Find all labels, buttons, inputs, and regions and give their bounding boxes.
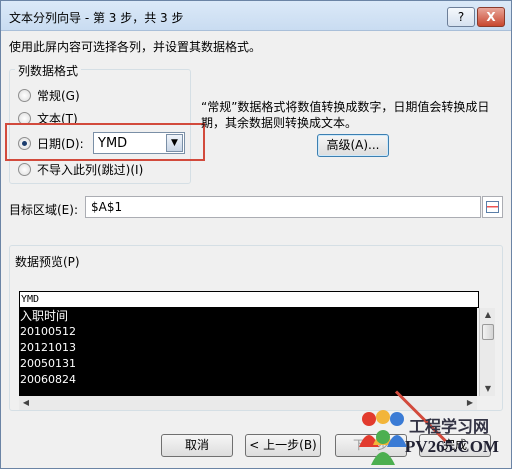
watermark-text: 工程学习网 <box>409 417 490 436</box>
preview-row: 20100512 <box>20 325 76 338</box>
scroll-thumb[interactable] <box>482 324 494 340</box>
title-bar[interactable]: 文本分列向导 - 第 3 步，共 3 步 ? X <box>1 1 511 31</box>
radio-general[interactable]: 常规(G) <box>18 86 80 104</box>
preview-row: 入职时间 <box>20 309 69 323</box>
preview-row: 20050131 <box>20 357 76 370</box>
preview-row: 20121013 <box>20 341 76 354</box>
radio-label: 不导入此列(跳过)(I) <box>37 162 144 177</box>
preview-column-data[interactable]: 入职时间 20100512 20121013 20050131 20060824 <box>19 308 477 396</box>
scroll-right-icon[interactable]: ▶ <box>463 396 477 410</box>
data-preview-title: 数据预览(P) <box>15 255 80 269</box>
window-title: 文本分列向导 - 第 3 步，共 3 步 <box>9 11 184 25</box>
close-button[interactable]: X <box>477 7 505 27</box>
destination-input[interactable]: $A$1 <box>85 196 481 218</box>
range-select-icon <box>486 201 499 213</box>
scroll-left-icon[interactable]: ◀ <box>19 396 33 410</box>
preview-column-header[interactable]: YMD <box>19 291 479 308</box>
preview-row: 20060824 <box>20 373 76 386</box>
back-button[interactable]: < 上一步(B) <box>245 434 321 457</box>
wizard-description: 使用此屏内容可选择各列，并设置其数据格式。 <box>9 40 262 54</box>
watermark-url: PV265.COM <box>405 437 499 456</box>
destination-label: 目标区域(E): <box>9 203 78 217</box>
destination-value: $A$1 <box>91 200 123 214</box>
radio-circle[interactable] <box>18 162 31 176</box>
advanced-button[interactable]: 高级(A)... <box>317 134 389 157</box>
scroll-up-icon[interactable]: ▲ <box>480 308 496 322</box>
preview-vertical-scrollbar[interactable]: ▲ ▼ <box>479 308 495 396</box>
column-format-title: 列数据格式 <box>15 62 82 79</box>
radio-circle[interactable] <box>18 88 31 102</box>
format-info-text: “常规”数据格式将数值转换成数字，日期值会转换成日期，其余数据则转换成文本。 <box>201 100 490 130</box>
scroll-down-icon[interactable]: ▼ <box>480 382 496 396</box>
text-to-columns-dialog: 文本分列向导 - 第 3 步，共 3 步 ? X 使用此屏内容可选择各列，并设置… <box>0 0 512 469</box>
cancel-button[interactable]: 取消 <box>161 434 233 457</box>
help-button[interactable]: ? <box>447 7 475 27</box>
radio-label: 常规(G) <box>37 88 80 103</box>
watermark-people-icon <box>359 410 407 465</box>
date-option-highlight <box>5 123 205 161</box>
radio-skip-column[interactable]: 不导入此列(跳过)(I) <box>18 160 143 178</box>
range-select-button[interactable] <box>482 196 503 218</box>
